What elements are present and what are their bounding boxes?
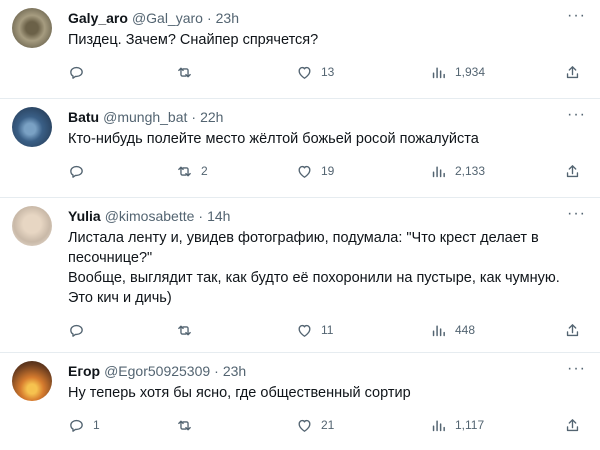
share-button[interactable] [564,62,581,82]
reply-button[interactable] [68,161,93,181]
reply-count: 1 [93,418,100,432]
tweet[interactable]: Batu @mungh_bat · 22h ··· Кто-нибудь пол… [0,99,600,198]
avatar[interactable] [12,361,52,401]
retweet-button[interactable] [176,320,201,340]
views-button[interactable]: 1,117 [430,415,484,435]
share-button[interactable] [564,415,581,435]
display-name[interactable]: Егор [68,363,100,379]
retweet-icon [178,420,191,430]
display-name[interactable]: Yulia [68,208,101,224]
share-icon [566,164,579,177]
reply-button[interactable]: 1 [68,415,100,435]
display-name[interactable]: Galy_aro [68,10,128,26]
retweet-icon [178,166,191,176]
separator-dot: · [214,363,219,379]
reply-feed: Galy_aro @Gal_yaro · 23h ··· Пиздец. Зач… [0,0,600,450]
share-button[interactable] [564,161,581,181]
display-name[interactable]: Batu [68,109,99,125]
views-icon [432,166,445,177]
tweet-text: Пиздец. Зачем? Снайпер спрячется? [68,30,588,50]
like-count: 21 [321,418,335,432]
view-count: 2,133 [455,164,486,178]
share-button[interactable] [564,320,581,340]
action-bar: 13 1,934 [68,56,588,90]
views-icon [432,325,445,336]
share-icon [566,418,579,431]
tweet-text: Листала ленту и, увидев фотографию, поду… [68,228,588,308]
separator-dot: · [198,208,204,224]
retweet-icon [178,67,191,77]
action-bar: 1 21 1,117 [68,409,588,443]
timestamp[interactable]: 23h [216,10,239,26]
reply-icon [70,66,83,79]
view-count: 1,117 [455,418,485,432]
like-count: 19 [321,164,335,178]
like-icon [298,419,311,432]
tweet-text-line: Кто-нибудь полейте место жёлтой божьей р… [68,131,479,147]
view-count: 448 [455,323,476,337]
like-button[interactable]: 13 [296,62,334,82]
avatar[interactable] [12,8,52,48]
tweet-text-line: Листала ленту и, увидев фотографию, поду… [68,230,539,266]
views-button[interactable]: 448 [430,320,475,340]
reply-icon [70,419,83,432]
username[interactable]: @kimosabette [105,208,195,224]
more-options-icon[interactable]: ··· [567,361,586,377]
view-count: 1,934 [455,65,486,79]
username[interactable]: @Gal_yaro [132,10,203,26]
views-button[interactable]: 1,934 [430,62,485,82]
username[interactable]: @Egor50925309 [104,363,210,379]
tweet-text: Ну теперь хотя бы ясно, где общественный… [68,383,588,403]
like-icon [298,324,311,337]
reply-icon [70,324,83,337]
views-icon [432,67,445,78]
action-bar: 11 448 [68,314,588,348]
tweet[interactable]: Yulia @kimosabette · 14h ··· Листала лен… [0,198,600,353]
like-button[interactable]: 19 [296,161,334,181]
views-icon [432,420,445,431]
like-button[interactable]: 11 [296,320,333,340]
more-options-icon[interactable]: ··· [567,206,586,222]
timestamp[interactable]: 22h [200,109,223,125]
reply-button[interactable] [68,320,93,340]
tweet[interactable]: Егор @Egor50925309 · 23h ··· Ну теперь х… [0,353,600,450]
more-options-icon[interactable]: ··· [567,8,586,24]
retweet-icon [178,325,191,335]
like-button[interactable]: 21 [296,415,334,435]
like-icon [298,165,311,178]
like-icon [298,66,311,79]
tweet-text-line: Вообще, выглядит так, как будто её похор… [68,270,560,306]
separator-dot: · [191,109,197,125]
tweet-header: Егор @Egor50925309 · 23h [68,361,588,381]
tweet-header: Galy_aro @Gal_yaro · 23h [68,8,588,28]
separator-dot: · [206,10,212,26]
tweet-header: Batu @mungh_bat · 22h [68,107,588,127]
action-bar: 2 19 2,133 [68,155,588,189]
avatar[interactable] [12,206,52,246]
tweet-text-line: Пиздец. Зачем? Снайпер спрячется? [68,32,319,48]
reply-button[interactable] [68,62,93,82]
like-count: 11 [321,323,334,337]
reply-icon [70,165,83,178]
username[interactable]: @mungh_bat [103,109,187,125]
timestamp[interactable]: 23h [223,363,246,379]
retweet-count: 2 [201,164,208,178]
tweet-text: Кто-нибудь полейте место жёлтой божьей р… [68,129,588,149]
more-options-icon[interactable]: ··· [567,107,586,123]
like-count: 13 [321,65,335,79]
views-button[interactable]: 2,133 [430,161,485,181]
retweet-button[interactable] [176,415,201,435]
tweet-header: Yulia @kimosabette · 14h [68,206,588,226]
tweet[interactable]: Galy_aro @Gal_yaro · 23h ··· Пиздец. Зач… [0,0,600,99]
avatar[interactable] [12,107,52,147]
share-icon [566,323,579,336]
retweet-button[interactable]: 2 [176,161,208,181]
tweet-text-line: Ну теперь хотя бы ясно, где общественный… [68,385,411,401]
share-icon [566,65,579,78]
timestamp[interactable]: 14h [207,208,230,224]
retweet-button[interactable] [176,62,201,82]
